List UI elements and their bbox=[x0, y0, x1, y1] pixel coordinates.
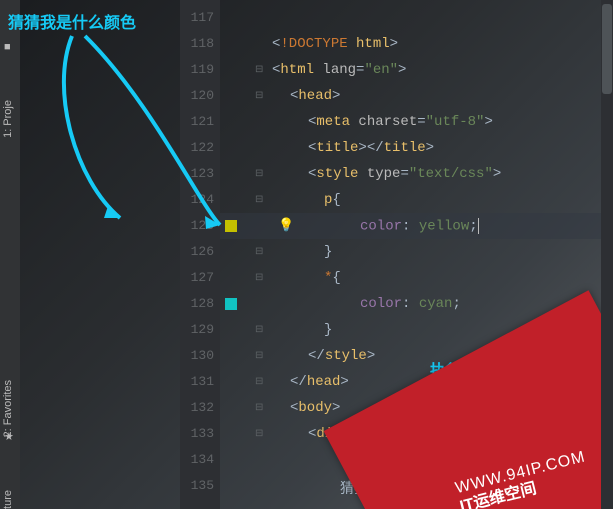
line-number: 134 bbox=[184, 452, 214, 467]
annotation-question-label: 猜猜我是什么颜色 bbox=[8, 16, 136, 32]
structure-tool-tab[interactable]: Structure bbox=[2, 490, 14, 509]
line-number: 130 bbox=[184, 348, 214, 363]
line-number: 124 bbox=[184, 192, 214, 207]
fold-icon[interactable]: ⊟ bbox=[255, 350, 267, 362]
line-number: 122 bbox=[184, 140, 214, 155]
folder-icon: ■ bbox=[4, 42, 11, 54]
fold-icon[interactable]: ⊟ bbox=[255, 168, 267, 180]
intention-bulb-icon[interactable]: 💡 bbox=[278, 218, 294, 233]
code-line[interactable]: <html lang="en"> bbox=[272, 62, 406, 78]
line-number: 131 bbox=[184, 374, 214, 389]
code-line[interactable]: <head> bbox=[290, 88, 340, 104]
code-line[interactable]: color: yellow; bbox=[360, 218, 479, 235]
fold-icon[interactable]: ⊟ bbox=[255, 376, 267, 388]
code-line[interactable]: *{ bbox=[324, 270, 341, 286]
code-line[interactable]: <style type="text/css"> bbox=[308, 166, 501, 182]
code-line[interactable]: <body> bbox=[290, 400, 340, 416]
tool-window-bar: 1: Proje ■ 2: Favorites ★ Structure bbox=[0, 0, 20, 509]
line-number: 119 bbox=[184, 62, 214, 77]
fold-icon[interactable]: ⊟ bbox=[255, 402, 267, 414]
fold-icon[interactable]: ⊟ bbox=[255, 428, 267, 440]
code-line[interactable]: </head> bbox=[290, 374, 349, 390]
line-number: 120 bbox=[184, 88, 214, 103]
line-number: 126 bbox=[184, 244, 214, 259]
editor-window: 1: Proje ■ 2: Favorites ★ Structure 117 … bbox=[0, 0, 613, 509]
code-line[interactable]: } bbox=[324, 244, 332, 260]
code-line[interactable]: p{ bbox=[324, 192, 341, 208]
line-number: 132 bbox=[184, 400, 214, 415]
line-number: 129 bbox=[184, 322, 214, 337]
fold-icon[interactable]: ⊟ bbox=[255, 324, 267, 336]
line-number: 118 bbox=[184, 36, 214, 51]
star-icon: ★ bbox=[4, 430, 14, 444]
color-swatch-cyan[interactable] bbox=[225, 298, 237, 310]
fold-icon[interactable]: ⊟ bbox=[255, 246, 267, 258]
fold-icon[interactable]: ⊟ bbox=[255, 194, 267, 206]
code-line[interactable]: <!DOCTYPE html> bbox=[272, 36, 398, 52]
line-number: 128 bbox=[184, 296, 214, 311]
code-line[interactable]: color: cyan; bbox=[360, 296, 461, 312]
fold-icon[interactable]: ⊟ bbox=[255, 90, 267, 102]
code-line[interactable]: } bbox=[324, 322, 332, 338]
code-line[interactable]: <meta charset="utf-8"> bbox=[308, 114, 493, 130]
line-number: 117 bbox=[184, 10, 214, 25]
fold-icon[interactable]: ⊟ bbox=[255, 272, 267, 284]
code-line[interactable]: <title></title> bbox=[308, 140, 434, 156]
scrollbar-thumb[interactable] bbox=[602, 4, 612, 94]
line-number: 125 bbox=[184, 218, 214, 233]
line-number: 133 bbox=[184, 426, 214, 441]
line-number: 121 bbox=[184, 114, 214, 129]
project-tool-tab[interactable]: 1: Proje bbox=[2, 100, 14, 138]
line-number: 135 bbox=[184, 478, 214, 493]
vertical-scrollbar[interactable] bbox=[601, 0, 613, 509]
fold-icon[interactable]: ⊟ bbox=[255, 64, 267, 76]
line-number: 127 bbox=[184, 270, 214, 285]
favorites-tool-tab[interactable]: 2: Favorites bbox=[2, 380, 14, 437]
text-caret bbox=[478, 218, 479, 234]
color-swatch-yellow[interactable] bbox=[225, 220, 237, 232]
code-line[interactable]: </style> bbox=[308, 348, 375, 364]
line-number: 123 bbox=[184, 166, 214, 181]
